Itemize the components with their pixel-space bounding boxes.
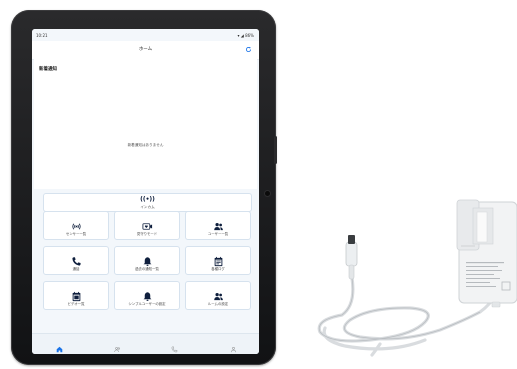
phone-icon [171,346,177,353]
tile-label: ルームの設定 [207,302,229,306]
page-title: ホーム [138,47,153,52]
user-icon [230,346,236,353]
menu-grid: センサー一覧 見守りモード ユーザー一覧 通話 過去の通知一覧 各種ログ ビデオ… [40,211,251,310]
tile-label: ユーザー一覧 [207,232,229,236]
tile-room-settings[interactable]: ルームの設定 [185,281,251,310]
phone-icon [44,252,108,266]
tile-call[interactable]: 通話 [43,246,109,275]
tile-label: 各種ログ [211,267,225,271]
bottom-nav [32,333,259,354]
camera-dot [265,191,270,196]
calendar-video-icon [44,287,108,302]
tile-video-list[interactable]: ビデオ一覧 [43,281,109,310]
calendar-log-icon [186,252,250,267]
status-bar: 10:21 ▾ ◢ 86% [32,29,259,41]
tile-user-list[interactable]: ユーザー一覧 [185,211,251,240]
tile-watch-mode[interactable]: 見守りモード [114,211,180,240]
tile-label: ビデオ一覧 [67,302,85,306]
tile-label: シンプルユーザーの設定 [128,302,166,306]
app-header: ホーム [32,41,259,60]
intercom-button[interactable]: ((•)) インカム [43,193,252,212]
intercom-label: インカム [140,205,155,209]
nav-users[interactable] [107,338,127,352]
tile-label: 通話 [72,267,80,271]
room-users-icon [186,287,250,301]
notifications-heading: 新着通知 [39,67,57,72]
refresh-icon[interactable] [245,46,252,53]
intercom-icon: ((•)) [140,196,155,203]
tile-logs[interactable]: 各種ログ [185,246,251,275]
tile-sensor-list[interactable]: センサー一覧 [43,211,109,240]
home-icon [56,346,62,353]
tile-label: 見守りモード [136,232,158,236]
status-indicators: ▾ ◢ 86% [237,33,254,38]
tile-label: 過去の通知一覧 [135,267,159,271]
sensor-icon [44,217,108,230]
tile-label: センサー一覧 [65,232,87,236]
no-notifications-text: 新着通知はありません [127,143,164,147]
new-notifications-panel: 新着通知 新着通知はありません [34,59,257,189]
nav-call[interactable] [164,338,184,353]
tile-past-notifications[interactable]: 過去の通知一覧 [114,246,180,275]
nav-account[interactable] [223,338,243,353]
users-icon [186,217,250,231]
app-screen: 10:21 ▾ ◢ 86% ホーム 新着通知 新着通知はありません ((•)) … [32,29,259,354]
bell-simple-icon [115,287,179,301]
tablet-device: 10:21 ▾ ◢ 86% ホーム 新着通知 新着通知はありません ((•)) … [11,10,277,365]
bell-icon [115,252,179,266]
users-icon [113,347,120,352]
status-time: 10:21 [36,33,48,38]
video-heart-icon [115,217,179,230]
charger-and-cable-image [317,199,517,357]
nav-home[interactable] [49,338,69,353]
side-button [274,136,277,164]
tile-simple-user-settings[interactable]: シンプルユーザーの設定 [114,281,180,310]
